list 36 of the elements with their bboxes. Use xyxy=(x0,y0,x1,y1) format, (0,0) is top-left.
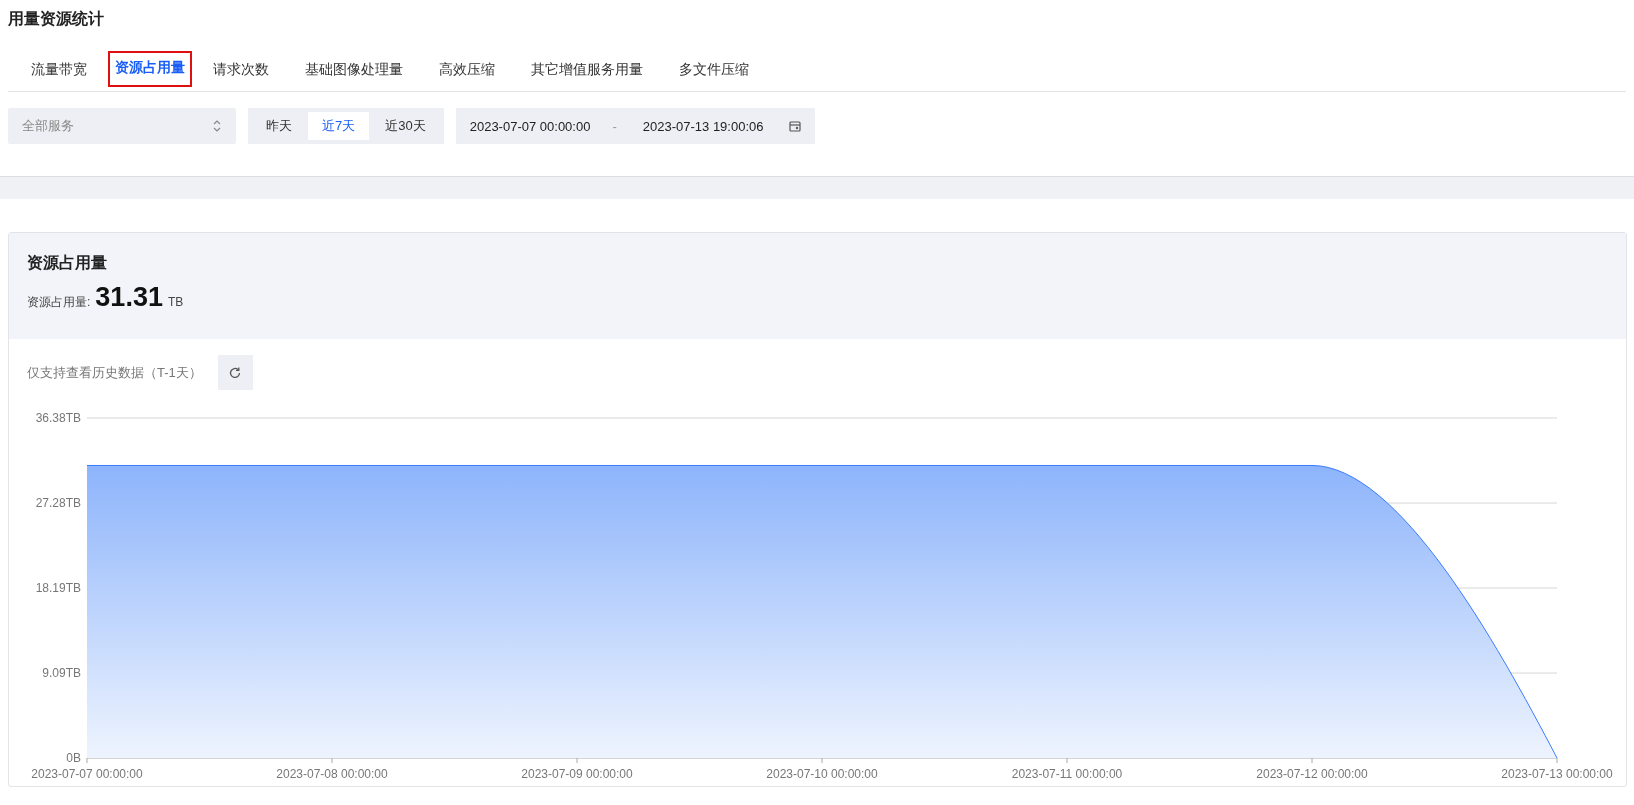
tab[interactable]: 基础图像处理量 xyxy=(290,51,418,91)
x-axis-label: 2023-07-10 00:00:00 xyxy=(766,767,878,781)
range-button[interactable]: 近30天 xyxy=(371,112,440,140)
calendar-icon xyxy=(789,120,802,132)
card-title: 资源占用量 xyxy=(27,253,108,273)
tab[interactable]: 高效压缩 xyxy=(424,51,510,91)
end-date: 2023-07-13 19:00:06 xyxy=(642,118,764,134)
y-axis-label: 18.19TB xyxy=(35,581,81,595)
y-axis-label: 0B xyxy=(66,751,81,765)
refresh-button[interactable] xyxy=(217,355,253,390)
note-text: 仅支持查看历史数据（T-1天） xyxy=(27,363,202,382)
metric-label: 资源占用量: xyxy=(27,294,91,311)
refresh-icon xyxy=(228,365,243,380)
date-range-picker[interactable]: 2023-07-07 00:00:00 - 2023-07-13 19:00:06 xyxy=(455,108,816,144)
tab[interactable]: 流量带宽 xyxy=(16,51,102,91)
x-axis-label: 2023-07-07 00:00:00 xyxy=(31,767,143,781)
x-axis-label: 2023-07-11 00:00:00 xyxy=(1011,767,1123,781)
start-date: 2023-07-07 00:00:00 xyxy=(469,118,591,134)
tab[interactable]: 请求次数 xyxy=(198,51,284,91)
date-separator: - xyxy=(612,118,617,134)
metric-value: 31.31 xyxy=(95,282,163,313)
sort-caret-icon xyxy=(212,118,222,134)
page-title: 用量资源统计 xyxy=(8,9,105,29)
range-button[interactable]: 近7天 xyxy=(308,112,370,140)
y-axis-label: 9.09TB xyxy=(42,666,81,681)
x-axis-label: 2023-07-09 00:00:00 xyxy=(521,767,633,781)
tab[interactable]: 其它增值服务用量 xyxy=(516,51,658,91)
metric-unit: TB xyxy=(167,295,184,309)
x-axis-label: 2023-07-12 00:00:00 xyxy=(1256,767,1368,781)
tab[interactable]: 多文件压缩 xyxy=(664,51,764,91)
y-axis-label: 36.38TB xyxy=(35,411,81,425)
tab[interactable]: 资源占用量 xyxy=(108,51,192,87)
y-axis-label: 27.28TB xyxy=(35,496,81,511)
x-axis-label: 2023-07-08 00:00:00 xyxy=(276,767,388,781)
x-axis-label: 2023-07-13 00:00:00 xyxy=(1501,767,1613,781)
range-button[interactable]: 昨天 xyxy=(252,112,306,140)
